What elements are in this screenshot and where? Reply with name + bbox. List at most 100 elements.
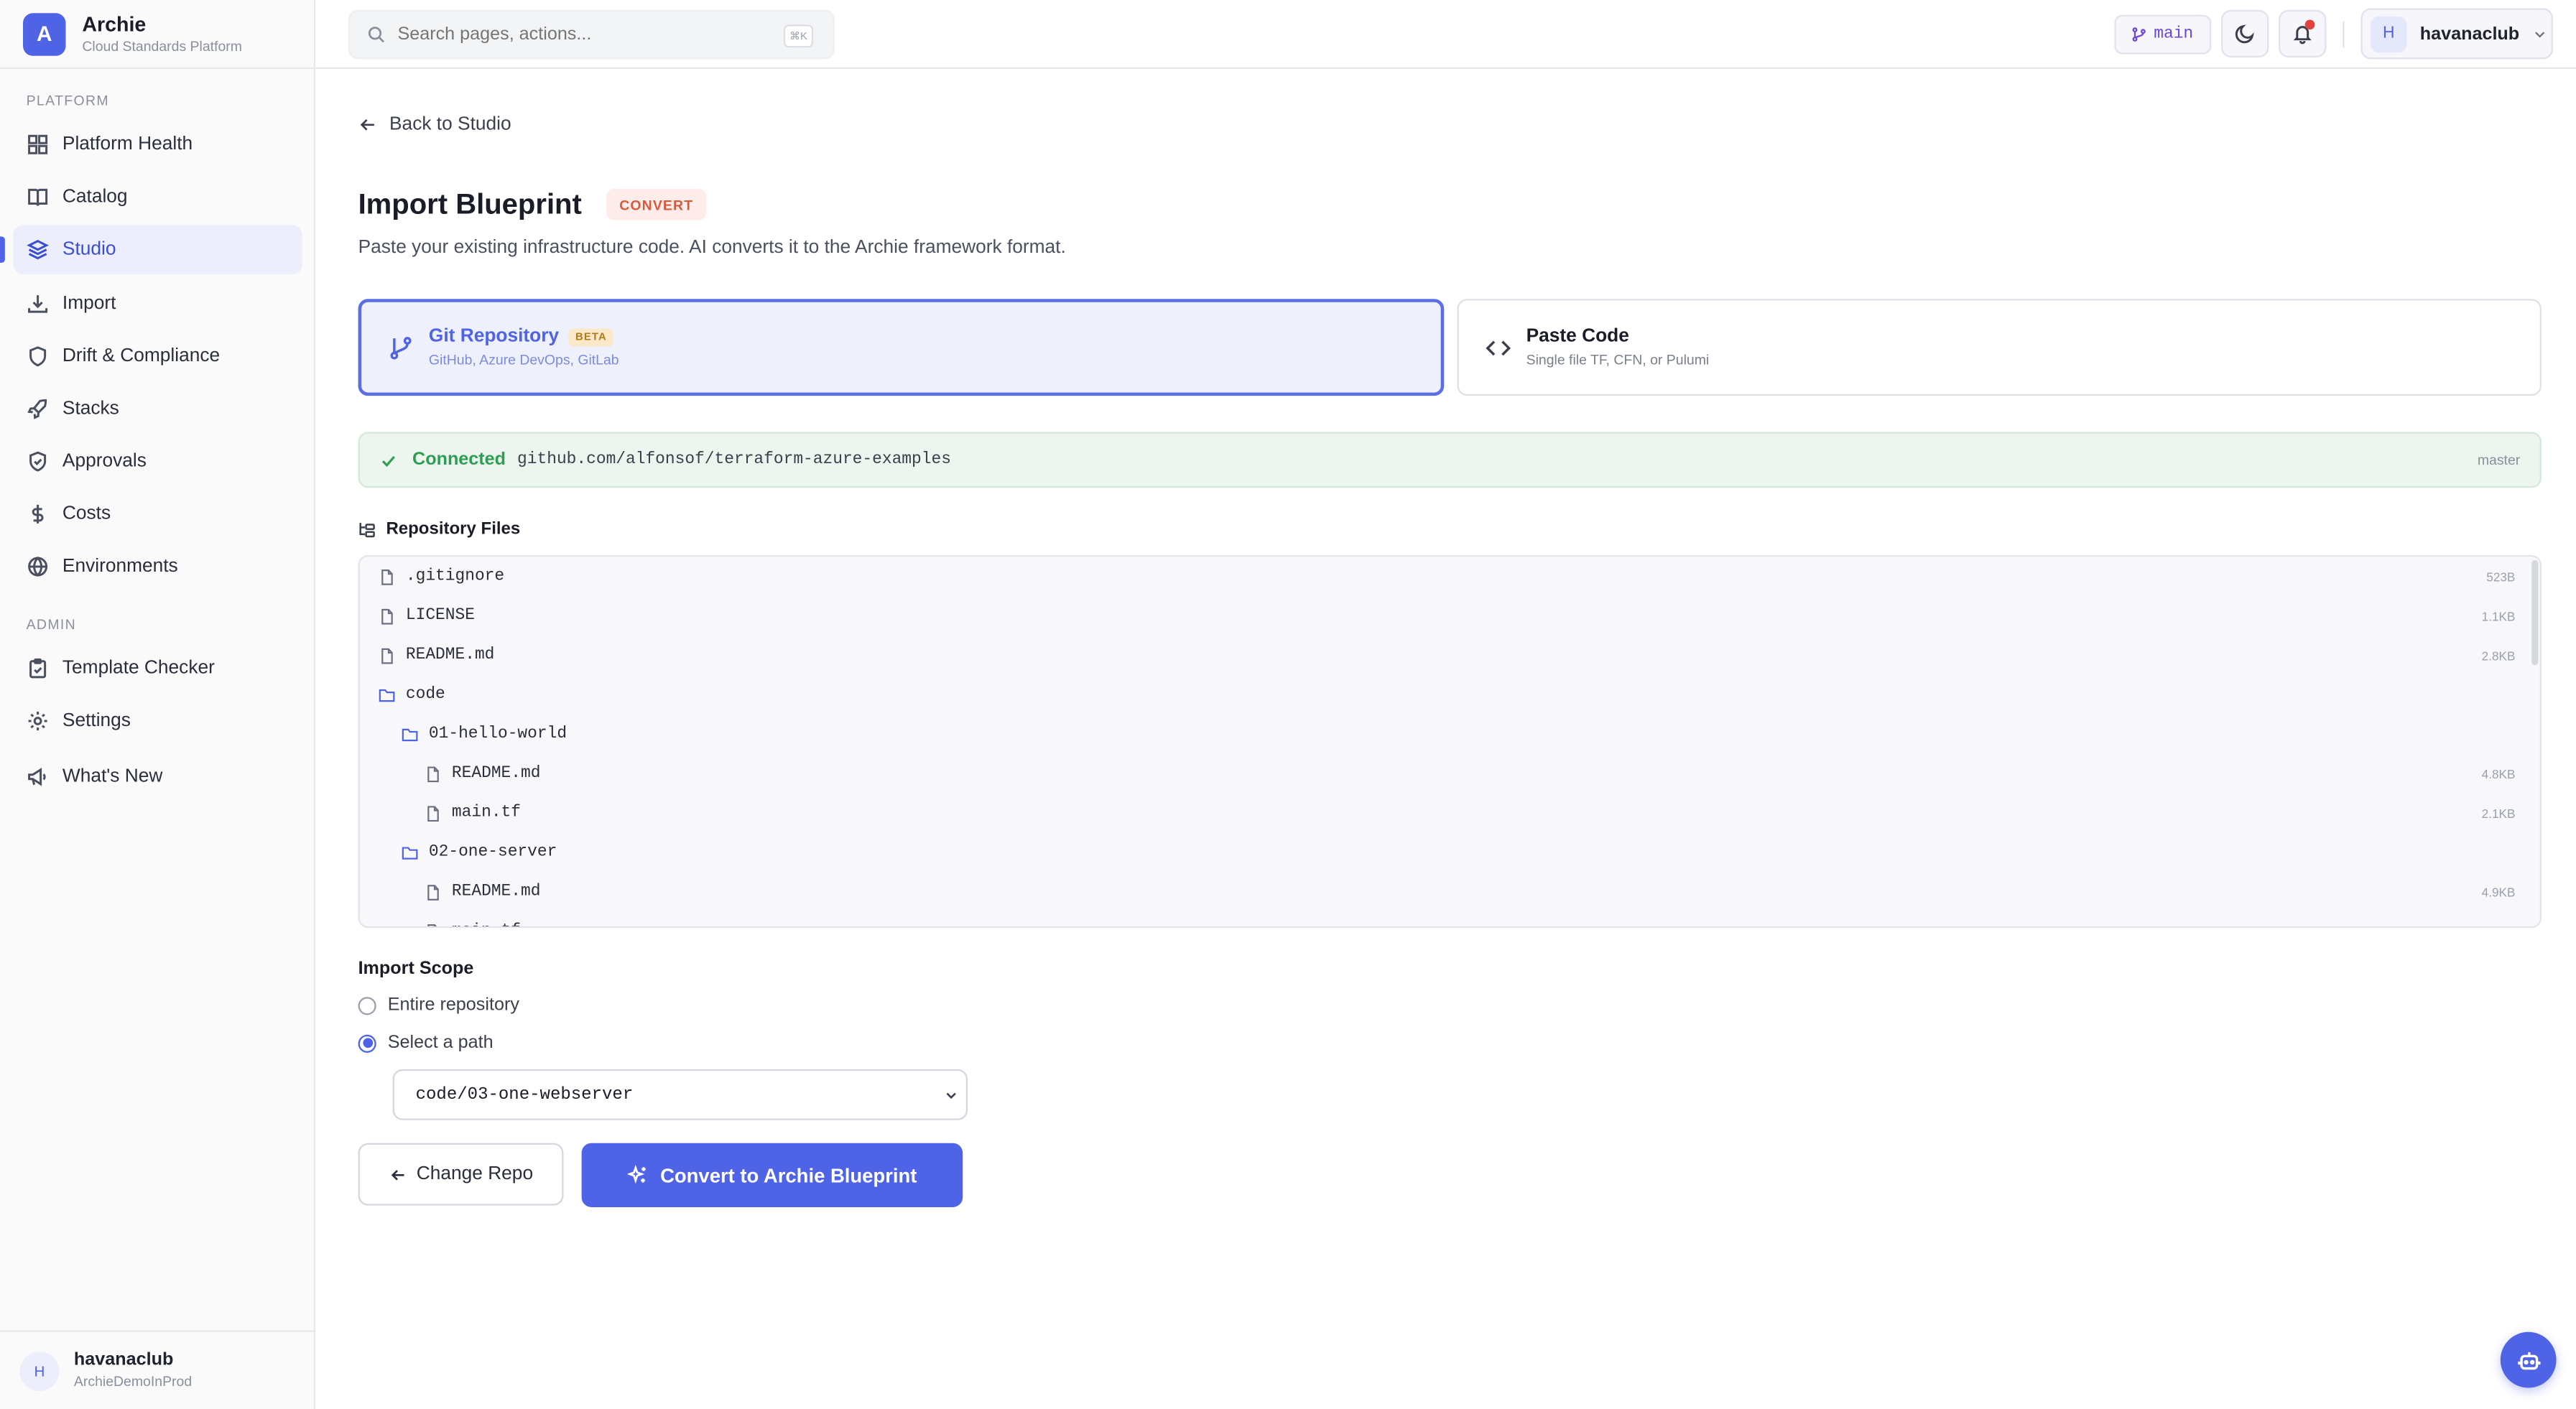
top-bar: ⌘K main H havanaclub [315, 0, 2576, 70]
sidebar-item-label: What's New [62, 767, 163, 787]
file-icon [427, 766, 439, 782]
sidebar-item-stacks[interactable]: Stacks [13, 384, 302, 434]
sidebar-item-import[interactable]: Import [13, 279, 302, 329]
radio-select-path[interactable] [358, 1033, 376, 1052]
scope-option-entire-repository[interactable]: Entire repository [358, 995, 519, 1015]
sidebar-item-label: Stacks [62, 399, 119, 419]
sidebar-item-costs[interactable]: Costs [13, 490, 302, 539]
convert-badge: CONVERT [606, 189, 707, 220]
check-icon [381, 455, 395, 466]
file-row[interactable]: README.md 4.9KB [360, 872, 2540, 911]
assistant-button[interactable] [2500, 1331, 2557, 1388]
file-name: .gitignore [405, 567, 505, 586]
sidebar-item-drift-compliance[interactable]: Drift & Compliance [13, 332, 302, 381]
code-icon [1486, 340, 1511, 355]
repository-files-heading: Repository Files [358, 519, 521, 539]
git-repository-option[interactable]: Git Repository BETA GitHub, Azure DevOps… [358, 299, 1445, 396]
file-size: 4.9KB [2481, 884, 2516, 900]
path-select[interactable]: code/03-one-webserver [392, 1069, 968, 1120]
user-menu[interactable]: H havanaclub [2360, 8, 2553, 60]
radio-entire-repository[interactable] [358, 996, 376, 1015]
grid-icon [28, 134, 48, 154]
paste-code-option[interactable]: Paste Code Single file TF, CFN, or Pulum… [1457, 299, 2542, 396]
file-tree-scrollbar[interactable] [2531, 559, 2539, 666]
sidebar-item-label: Approvals [62, 451, 147, 472]
file-icon [427, 923, 438, 926]
search-input[interactable] [397, 24, 759, 45]
branch-selector[interactable]: main [2114, 14, 2212, 55]
bot-icon [2517, 1351, 2540, 1370]
git-branch-icon [2132, 27, 2146, 42]
file-row[interactable]: README.md 4.8KB [360, 754, 2540, 794]
sidebar-item-whats-new[interactable]: What's New [13, 752, 302, 801]
file-name: README.md [405, 646, 495, 665]
search-box[interactable]: ⌘K [348, 9, 835, 60]
connection-status-banner: Connected github.com/alfonsof/terraform-… [358, 432, 2542, 488]
convert-button[interactable]: Convert to Archie Blueprint [581, 1143, 963, 1207]
file-row[interactable]: README.md 2.8KB [360, 636, 2540, 675]
sidebar: A Archie Cloud Standards Platform PLATFO… [0, 0, 316, 1409]
file-row[interactable]: .gitignore 523B [360, 557, 2540, 596]
avatar: H [2371, 15, 2407, 52]
file-tree[interactable]: .gitignore 523B LICENSE 1.1KB README.md 2.8KB… [358, 555, 2542, 929]
sidebar-item-label: Template Checker [62, 659, 215, 679]
file-name: 01-hello-world [428, 725, 567, 743]
file-icon [427, 805, 439, 821]
folder-row[interactable]: 01-hello-world [360, 715, 2540, 754]
sidebar-item-studio[interactable]: Studio [13, 225, 302, 274]
app-subtitle: Cloud Standards Platform [82, 37, 242, 54]
user-menu-name: havanaclub [2419, 24, 2520, 44]
sidebar-item-environments[interactable]: Environments [13, 542, 302, 592]
theme-toggle-button[interactable] [2221, 9, 2269, 58]
folder-icon [402, 727, 418, 740]
sidebar-item-platform-health[interactable]: Platform Health [13, 120, 302, 169]
file-size: 1.1KB [2481, 608, 2516, 623]
brand[interactable]: A Archie Cloud Standards Platform [0, 0, 314, 70]
file-name: README.md [451, 883, 541, 901]
branch-name: main [2154, 25, 2194, 44]
file-name: code [405, 685, 445, 704]
notifications-button[interactable] [2279, 9, 2327, 58]
sidebar-item-settings[interactable]: Settings [13, 697, 302, 746]
admin-section-label: ADMIN [26, 615, 77, 633]
shield-icon [29, 346, 47, 367]
sidebar-user-org: ArchieDemoInProd [73, 1372, 193, 1390]
search-shortcut: ⌘K [783, 24, 814, 48]
change-repo-button[interactable]: Change Repo [358, 1143, 564, 1206]
sidebar-item-label: Environments [62, 557, 178, 577]
sidebar-item-label: Drift & Compliance [62, 346, 221, 367]
file-row[interactable]: main.tf 2.1KB [360, 794, 2540, 833]
sidebar-item-template-checker[interactable]: Template Checker [13, 644, 302, 694]
scope-option-select-path[interactable]: Select a path [358, 1033, 494, 1053]
sidebar-item-catalog[interactable]: Catalog [13, 172, 302, 222]
notification-dot [2304, 19, 2315, 30]
folder-tree-icon [359, 521, 375, 537]
page-title: Import Blueprint [358, 187, 582, 220]
folder-row[interactable]: code [360, 675, 2540, 715]
git-option-subtitle: GitHub, Azure DevOps, GitLab [428, 351, 619, 368]
back-to-studio-link[interactable]: Back to Studio [358, 115, 511, 135]
path-select-value: code/03-one-webserver [415, 1084, 634, 1105]
sidebar-item-label: Catalog [62, 187, 128, 208]
file-name: 02-one-server [428, 843, 557, 862]
file-row[interactable]: main.tf 2.3KB [360, 911, 2540, 926]
rocket-icon [27, 399, 47, 419]
megaphone-icon [28, 768, 46, 786]
folder-icon [402, 846, 418, 859]
moon-icon [2235, 24, 2254, 44]
back-link-label: Back to Studio [389, 115, 511, 135]
page-description: Paste your existing infrastructure code.… [358, 238, 1066, 259]
sidebar-item-approvals[interactable]: Approvals [13, 437, 302, 486]
app-logo: A [23, 12, 66, 55]
file-row[interactable]: LICENSE 1.1KB [360, 596, 2540, 636]
file-name: main.tf [452, 922, 521, 926]
git-option-title: Git Repository [428, 327, 560, 347]
beta-badge: BETA [568, 327, 614, 346]
repository-files-title: Repository Files [386, 519, 521, 539]
platform-section-label: PLATFORM [26, 92, 109, 108]
file-name: LICENSE [405, 607, 475, 626]
sidebar-user[interactable]: H havanaclub ArchieDemoInProd [0, 1330, 316, 1409]
folder-row[interactable]: 02-one-server [360, 833, 2540, 873]
globe-icon [28, 556, 48, 577]
convert-button-label: Convert to Archie Blueprint [660, 1163, 917, 1187]
